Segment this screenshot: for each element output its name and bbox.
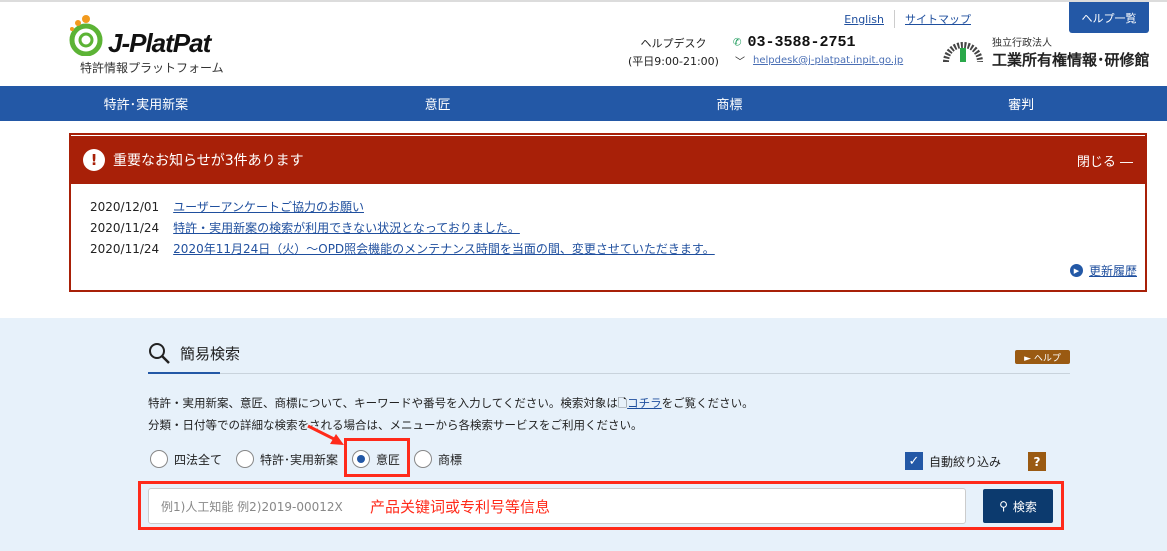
notice-close-button[interactable]: 閉じる ―: [1077, 151, 1133, 170]
notice-item: 2020/11/24 特許・実用新案の検索が利用できない状況となっておりました。: [90, 217, 1145, 238]
search-title-text: 簡易検索: [180, 344, 241, 363]
radio-label: 四法全て: [174, 452, 223, 467]
question-help-icon[interactable]: ?: [1028, 452, 1046, 471]
notice-date: 2020/12/01: [90, 199, 160, 214]
email-link[interactable]: helpdesk@j-platpat.inpit.go.jp: [753, 55, 903, 66]
english-link[interactable]: English: [844, 13, 884, 26]
notice-header: ! 重要なお知らせが3件あります 閉じる ―: [71, 135, 1145, 184]
notice-date: 2020/11/24: [90, 220, 160, 235]
exclamation-icon: !: [83, 149, 105, 171]
divider: [894, 10, 895, 28]
top-border: [0, 0, 1167, 2]
help-list-button[interactable]: ヘルプ一覧: [1069, 2, 1149, 33]
update-history-link[interactable]: 更新履歴: [1089, 262, 1137, 279]
radio-trademark[interactable]: [414, 450, 433, 468]
inpit-mark-icon: [942, 36, 984, 68]
main-nav: 特許･実用新案 意匠 商標 審判: [0, 86, 1167, 121]
auto-filter[interactable]: ✓ 自動絞り込み: [905, 452, 1001, 470]
notice-item: 2020/12/01 ユーザーアンケートご協力のお願い: [90, 196, 1145, 217]
notice-link[interactable]: 2020年11月24日（火）～OPD照会機能のメンテナンス時間を当面の間、変更さ…: [173, 240, 715, 257]
radio-label: 商標: [438, 452, 463, 467]
search-title: 簡易検索: [148, 342, 240, 364]
annotation-box-search: [138, 481, 1064, 530]
play-icon: ▶: [1069, 264, 1083, 277]
logo-subtitle: 特許情報プラットフォーム: [80, 61, 224, 75]
j-platpat-logo[interactable]: J-PlatPat 特許情報プラットフォーム: [66, 14, 246, 76]
org-prefix: 独立行政法人: [992, 38, 1052, 49]
radio-all[interactable]: [150, 450, 168, 468]
inpit-logo[interactable]: 独立行政法人工業所有権情報･研修館: [942, 34, 1150, 70]
org-name: 工業所有権情報･研修館: [992, 51, 1150, 69]
notice-link[interactable]: ユーザーアンケートご協力のお願い: [173, 198, 364, 215]
auto-filter-label: 自動絞り込み: [929, 454, 1002, 469]
kochira-link[interactable]: コチラ: [627, 396, 662, 410]
mail-icon: ﹀: [735, 57, 745, 68]
sitemap-link[interactable]: サイトマップ: [905, 11, 971, 27]
nav-trademark[interactable]: 商標: [584, 86, 876, 121]
divider: [148, 373, 1070, 374]
phone-icon: ✆: [733, 35, 742, 51]
title-underline: [148, 372, 220, 374]
document-icon: 🗋: [617, 396, 628, 410]
update-history[interactable]: ▶ 更新履歴: [1069, 262, 1137, 279]
search-help-button[interactable]: ► ヘルプ: [1015, 350, 1070, 364]
nav-design[interactable]: 意匠: [292, 86, 584, 121]
search-target-radios: 四法全て 特許･実用新案 意匠 商標: [150, 450, 470, 468]
search-icon: [149, 343, 170, 364]
notice-panel: ! 重要なお知らせが3件あります 閉じる ― 2020/12/01 ユーザーアンケ…: [69, 133, 1147, 292]
desc-text: をご覧ください。: [661, 396, 754, 410]
nav-patent[interactable]: 特許･実用新案: [0, 86, 292, 121]
top-links: English サイトマップ: [844, 10, 971, 28]
logo-spiral-icon: [69, 15, 103, 56]
helpdesk-info: ヘルプデスク (平日9:00-21:00): [628, 35, 719, 71]
helpdesk-hours: (平日9:00-21:00): [628, 55, 719, 68]
radio-label: 特許･実用新案: [260, 452, 339, 467]
helpdesk-label: ヘルプデスク: [640, 37, 707, 50]
notice-date: 2020/11/24: [90, 241, 160, 256]
notice-link[interactable]: 特許・実用新案の検索が利用できない状況となっておりました。: [173, 219, 520, 236]
notice-title: 重要なお知らせが3件あります: [113, 153, 304, 169]
annotation-arrow-icon: [307, 424, 344, 445]
radio-patent[interactable]: [236, 450, 255, 468]
nav-trial[interactable]: 審判: [875, 86, 1167, 121]
search-description: 特許・実用新案、意匠、商標について、キーワードや番号を入力してください。検索対象…: [148, 392, 754, 436]
phone-number: 03-3588-2751: [747, 34, 856, 51]
desc-text-2: 分類・日付等での詳細な検索をされる場合は、メニューから各検索サービスをご利用くだ…: [148, 418, 643, 432]
annotation-box-radio: [344, 438, 410, 477]
phone: ✆ 03-3588-2751: [733, 34, 855, 51]
logo-text: J-PlatPat: [108, 28, 211, 58]
auto-filter-checkbox[interactable]: ✓: [905, 452, 923, 470]
desc-text: 特許・実用新案、意匠、商標について、キーワードや番号を入力してください。検索対象…: [148, 396, 618, 410]
email: ﹀ helpdesk@j-platpat.inpit.go.jp: [735, 53, 903, 68]
notice-item: 2020/11/24 2020年11月24日（火）～OPD照会機能のメンテナンス時…: [90, 238, 1145, 259]
